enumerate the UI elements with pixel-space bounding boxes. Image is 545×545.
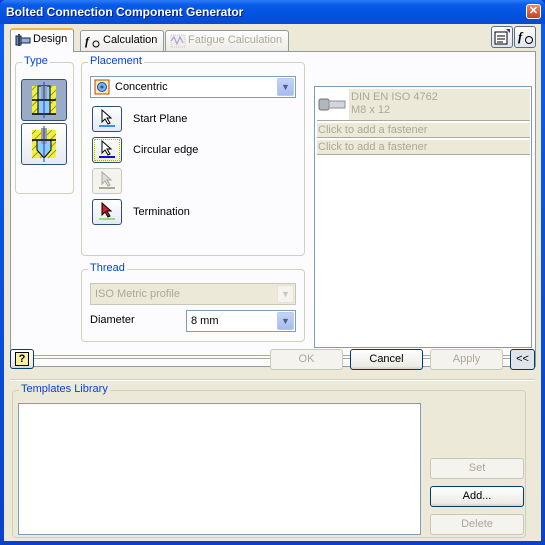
templates-list[interactable] [18, 403, 421, 535]
type-group: Type [15, 55, 74, 194]
tab-calculation-label: Calculation [103, 34, 158, 46]
termination-label: Termination [133, 206, 190, 218]
cursor-arrow-icon [101, 109, 113, 125]
placement-group-label: Placement [88, 55, 144, 67]
bolt-icon [318, 98, 346, 111]
through-bolt-icon [31, 82, 57, 118]
termination-color-bar [99, 218, 115, 220]
fastener-item[interactable]: DIN EN ISO 4762 M8 x 12 [317, 89, 530, 121]
tab-design-label: Design [33, 33, 68, 45]
title-bar[interactable]: Bolted Connection Component Generator ✕ [0, 0, 545, 24]
diameter-value: 8 mm [191, 315, 219, 327]
placement-mode-value: Concentric [115, 81, 168, 93]
fx-icon: f [518, 29, 533, 44]
blind-bolt-icon [31, 126, 57, 162]
fx-icon: f [85, 34, 100, 48]
placement-group: Placement Concentric ▼ Start Plane Circu… [81, 55, 305, 256]
disabled-select-button[interactable] [92, 168, 122, 194]
cursor-arrow-icon [101, 202, 113, 218]
concentric-icon [94, 79, 110, 95]
thread-group: Thread ISO Metric profile ▼ Diameter 8 m… [81, 262, 305, 342]
diameter-dropdown[interactable]: 8 mm ▼ [186, 310, 296, 332]
dialog-window: Bolted Connection Component Generator ✕ … [0, 0, 545, 545]
circular-edge-select-button[interactable] [92, 137, 122, 163]
apply-button[interactable]: Apply [430, 349, 503, 370]
properties-button[interactable] [491, 26, 513, 48]
collapse-button[interactable]: << [510, 349, 535, 370]
close-button[interactable]: ✕ [526, 4, 541, 19]
fatigue-icon [170, 34, 186, 48]
delete-button[interactable]: Delete [430, 514, 524, 535]
start-plane-color-bar [99, 125, 115, 127]
set-button[interactable]: Set [430, 458, 524, 479]
thread-group-label: Thread [88, 262, 127, 274]
cancel-button[interactable]: Cancel [350, 349, 423, 370]
start-plane-select-button[interactable] [92, 106, 122, 132]
tab-calculation[interactable]: f Calculation [80, 30, 165, 51]
thread-profile-dropdown[interactable]: ISO Metric profile ▼ [90, 283, 296, 305]
thread-profile-value: ISO Metric profile [95, 288, 180, 300]
add-template-button[interactable]: Add... [430, 486, 524, 507]
start-plane-label: Start Plane [133, 113, 188, 125]
design-tab-page: Type Placement Concentric ▼ Start Plane … [10, 51, 536, 367]
templates-library-label: Templates Library [19, 383, 110, 395]
svg-text:f: f [85, 34, 90, 48]
type-group-label: Type [22, 55, 50, 67]
svg-text:f: f [518, 29, 524, 44]
properties-icon [494, 29, 510, 45]
placement-mode-dropdown[interactable]: Concentric ▼ [90, 76, 296, 98]
templates-library-group: Templates Library Set Add... Delete [12, 383, 526, 538]
cursor-arrow-icon [101, 171, 113, 187]
chevron-down-icon[interactable]: ▼ [277, 78, 294, 96]
add-fastener-item[interactable]: Click to add a fastener [317, 140, 530, 155]
fx-toolbar-button[interactable]: f [514, 26, 536, 48]
tab-fatigue-label: Fatigue Calculation [188, 34, 283, 46]
divider [10, 379, 535, 381]
termination-select-button[interactable] [92, 199, 122, 225]
chevron-down-icon: ▼ [277, 285, 294, 303]
tab-fatigue-calculation[interactable]: Fatigue Calculation [165, 30, 290, 51]
ok-button[interactable]: OK [270, 349, 343, 370]
window-title: Bolted Connection Component Generator [6, 5, 244, 19]
disabled-color-bar [99, 187, 115, 189]
dialog-client: Design f Calculation Fatigue Calculation [4, 24, 541, 541]
cursor-arrow-icon [101, 140, 113, 156]
circular-edge-color-bar [99, 156, 115, 158]
type-through-bolt-button[interactable] [21, 79, 67, 121]
design-icon [15, 34, 31, 46]
fastener-standard: DIN EN ISO 4762 [351, 91, 438, 103]
add-fastener-item[interactable]: Click to add a fastener [317, 123, 530, 138]
tab-design[interactable]: Design [10, 28, 75, 52]
chevron-down-icon[interactable]: ▼ [277, 312, 294, 330]
help-icon: ? [15, 352, 29, 366]
help-button[interactable]: ? [10, 349, 34, 369]
type-blind-bolt-button[interactable] [21, 123, 67, 165]
fastener-list: DIN EN ISO 4762 M8 x 12 Click to add a f… [314, 86, 532, 348]
fastener-thumbnail [317, 89, 349, 120]
diameter-label: Diameter [90, 314, 135, 326]
fastener-size: M8 x 12 [351, 104, 391, 116]
circular-edge-label: Circular edge [133, 144, 199, 156]
